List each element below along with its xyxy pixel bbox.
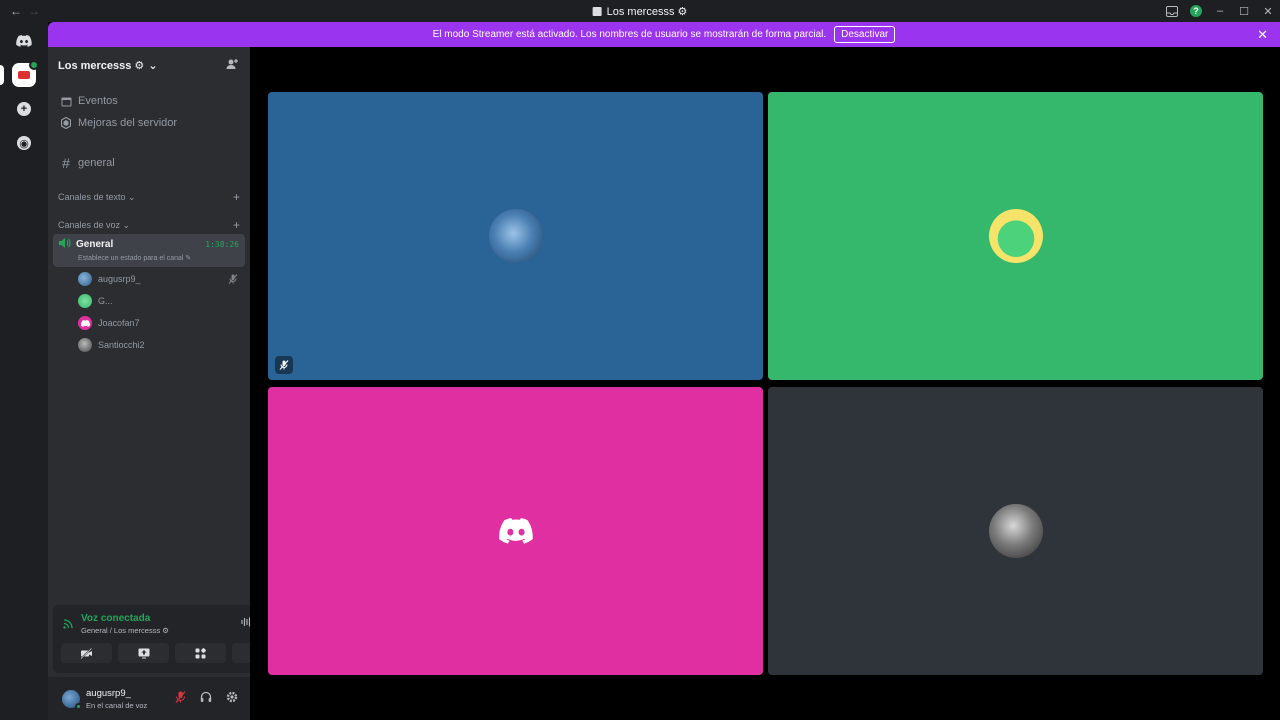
participant-avatar (988, 209, 1043, 263)
participant-avatar (988, 504, 1043, 558)
participant-tile[interactable] (768, 387, 1263, 675)
server-title-icon (592, 6, 602, 16)
nav-events-label: Eventos (78, 95, 118, 107)
back-arrow-icon[interactable]: ← (10, 4, 22, 18)
create-voice-channel-icon[interactable]: + (233, 218, 240, 232)
channel-status-prompt[interactable]: Establece un estado para el canal ✎ (59, 254, 239, 262)
create-text-channel-icon[interactable]: + (233, 190, 240, 204)
member-name: Joacofan7 (98, 318, 140, 328)
voice-channels-category[interactable]: Canales de voz ⌄ + (48, 218, 250, 232)
activities-button[interactable] (175, 643, 226, 663)
headphones-icon[interactable] (200, 691, 212, 706)
help-icon: ? (1190, 5, 1202, 17)
voice-connected-title: Voz conectada (81, 613, 151, 624)
speaker-icon (59, 238, 71, 251)
server-los-mercesss-icon[interactable] (0, 60, 39, 87)
voice-category-label: Canales de voz ⌄ (58, 219, 131, 230)
channel-general[interactable]: # general (48, 152, 250, 174)
member-name: Santiocchi2 (98, 340, 145, 350)
voice-member[interactable]: augusrp9_ (48, 268, 250, 290)
user-status: En el canal de voz (86, 700, 148, 710)
forward-arrow-icon[interactable]: → (28, 4, 40, 18)
server-header[interactable]: Los mercesss ⚙ ⌄ (48, 47, 250, 83)
settings-gear-icon[interactable] (226, 691, 238, 706)
add-server-button[interactable]: + (12, 97, 36, 121)
member-name: augusrp9_ (98, 274, 141, 284)
add-member-icon[interactable] (226, 58, 240, 72)
explore-servers-button[interactable]: ◉ (12, 131, 36, 155)
text-channels-category[interactable]: Canales de texto ⌄ + (48, 190, 250, 204)
screen-share-button[interactable] (118, 643, 169, 663)
participant-avatar (488, 209, 543, 263)
voice-channel-general[interactable]: General 1:38:26 Establece un estado para… (53, 234, 245, 267)
window-title: Los mercesss ⚙ (592, 5, 688, 18)
close-window-button[interactable]: ✕ (1256, 0, 1280, 22)
plus-icon: + (17, 102, 31, 116)
muted-microphone-icon[interactable] (175, 691, 186, 706)
avatar (78, 338, 92, 352)
hashtag-icon: # (62, 155, 70, 171)
voice-member[interactable]: G... (48, 290, 250, 312)
banner-close-icon[interactable]: ✕ (1257, 27, 1268, 43)
user-avatar[interactable] (62, 689, 82, 710)
muted-mic-icon (275, 356, 293, 374)
discord-logo-icon (498, 518, 533, 544)
title-bar: ← → Los mercesss ⚙ ? – ☐ ✕ (0, 0, 1280, 22)
voice-active-badge (29, 60, 39, 70)
streamer-mode-banner: El modo Streamer está activado. Los nomb… (48, 22, 1280, 47)
avatar (78, 316, 92, 330)
window-title-text: Los mercesss ⚙ (606, 5, 688, 18)
user-name: augusrp9_ (86, 687, 131, 699)
server-name: Los mercesss ⚙ (58, 59, 145, 72)
nav-boosts-label: Mejoras del servidor (78, 117, 178, 129)
server-list: + ◉ (0, 22, 48, 720)
user-panel: augusrp9_ En el canal de voz (48, 677, 250, 720)
discord-home-icon[interactable] (12, 29, 36, 53)
voice-stage (250, 47, 1280, 720)
server-logo-mark (18, 71, 30, 79)
voice-member[interactable]: Joacofan7 (48, 312, 250, 334)
member-name: G... (98, 296, 113, 306)
nav-server-boosts[interactable]: Mejoras del servidor (48, 112, 250, 134)
boost-gem-icon (60, 117, 72, 129)
text-category-label: Canales de texto ⌄ (58, 191, 136, 202)
compass-icon: ◉ (17, 136, 31, 150)
voice-member[interactable]: Santiocchi2 (48, 334, 250, 356)
avatar (78, 272, 92, 286)
voice-timer: 1:38:26 (205, 240, 239, 249)
participant-tile[interactable] (268, 92, 763, 380)
maximize-button[interactable]: ☐ (1232, 0, 1256, 22)
nav-events[interactable]: Eventos (48, 90, 250, 112)
voice-connected-location[interactable]: General / Los mercesss ⚙ (81, 626, 169, 635)
muted-mic-icon (228, 274, 238, 286)
chevron-down-icon: ⌄ (148, 59, 158, 72)
history-nav: ← → (0, 4, 40, 18)
calendar-icon (60, 95, 72, 107)
banner-text: El modo Streamer está activado. Los nomb… (432, 29, 827, 40)
deactivate-button[interactable]: Desactivar (834, 26, 896, 43)
connection-signal-icon[interactable] (63, 617, 75, 632)
participant-tile[interactable] (768, 92, 1263, 380)
channel-sidebar: Los mercesss ⚙ ⌄ Eventos Mejoras del ser… (48, 47, 291, 720)
online-status-dot (75, 702, 82, 710)
help-button[interactable]: ? (1184, 0, 1208, 22)
avatar (78, 294, 92, 308)
camera-off-button[interactable] (61, 643, 112, 663)
channel-general-label: general (78, 157, 115, 169)
inbox-icon[interactable] (1160, 0, 1184, 22)
minimize-button[interactable]: – (1208, 0, 1232, 22)
voice-channel-name: General (76, 239, 114, 250)
participant-tile[interactable] (268, 387, 763, 675)
